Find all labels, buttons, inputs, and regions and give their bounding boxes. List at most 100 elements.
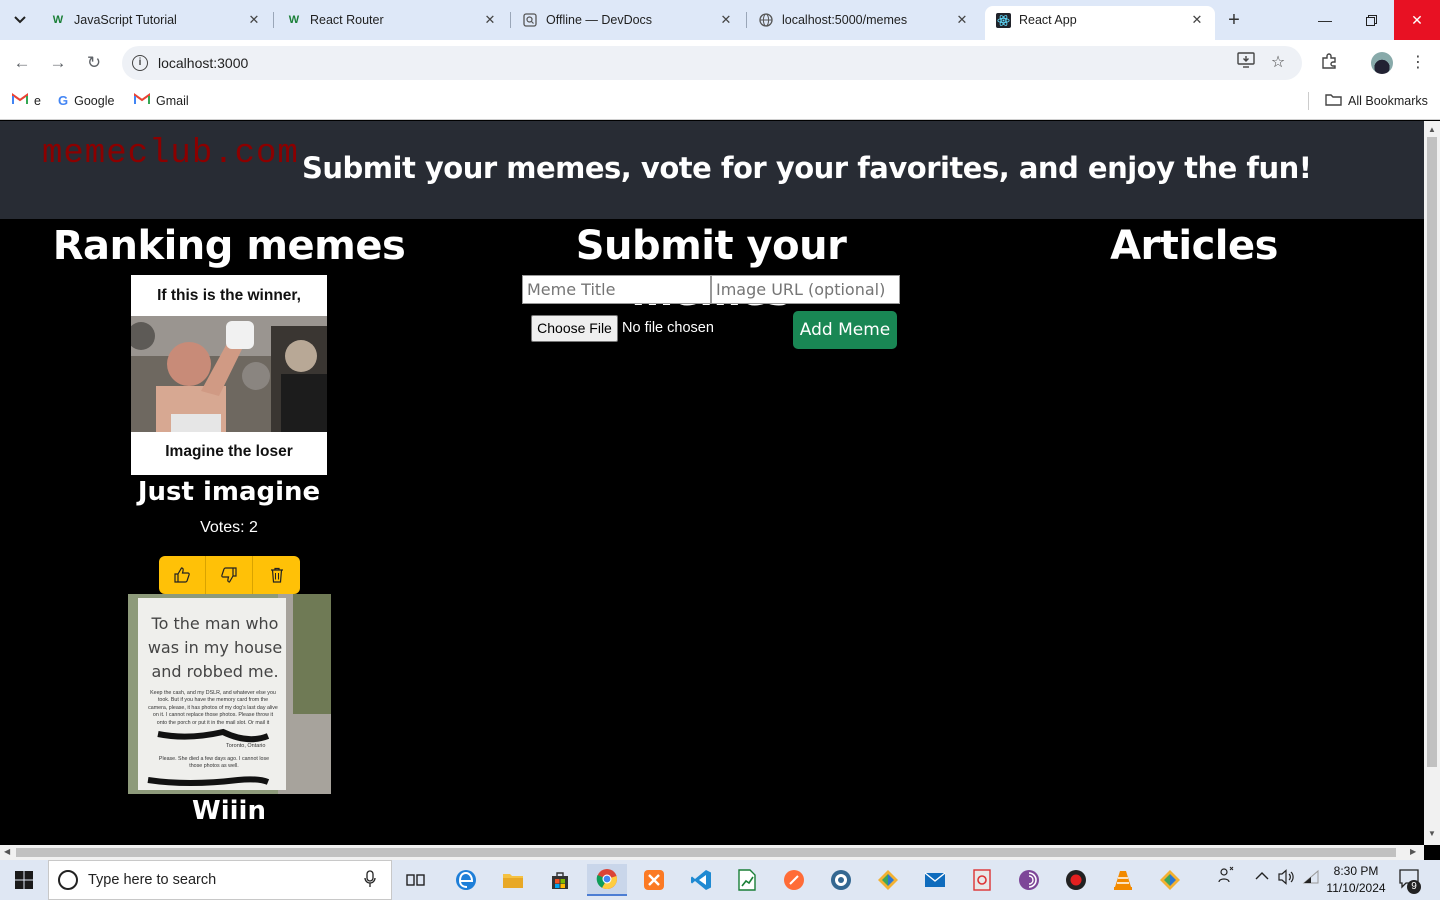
spreadsheet-icon[interactable] bbox=[727, 864, 767, 896]
meme-image-1[interactable]: If this is the winner, Imagine the loser bbox=[131, 275, 327, 475]
articles-title: Articles bbox=[1110, 223, 1278, 269]
forward-icon[interactable]: → bbox=[46, 51, 70, 75]
wifi-icon[interactable] bbox=[1302, 869, 1320, 888]
postman-icon[interactable] bbox=[774, 864, 814, 896]
vote-count: Votes: 2 bbox=[200, 519, 258, 536]
meme-top-text: If this is the winner, bbox=[157, 287, 301, 304]
ranking-title: Ranking memes bbox=[52, 223, 406, 269]
boxer-photo bbox=[131, 316, 327, 432]
scroll-down-icon[interactable]: ▼ bbox=[1428, 829, 1436, 838]
tab-react-app[interactable]: React App ✕ bbox=[985, 6, 1215, 40]
tab-react-router[interactable]: W React Router ✕ bbox=[276, 6, 508, 34]
file-explorer-icon[interactable] bbox=[493, 864, 533, 896]
note-body-text: Keep the cash, and my DSLR, and whatever… bbox=[148, 690, 278, 726]
note-location-text: Toronto, Ontario bbox=[226, 743, 266, 749]
gmail-icon bbox=[134, 93, 150, 108]
bookmark-e[interactable]: e bbox=[12, 93, 41, 108]
bookmark-google[interactable]: G Google bbox=[58, 93, 114, 108]
all-bookmarks[interactable]: All Bookmarks bbox=[1325, 93, 1428, 109]
tab-separator bbox=[746, 12, 747, 28]
extensions-icon[interactable] bbox=[1318, 52, 1340, 74]
volume-icon[interactable] bbox=[1278, 869, 1296, 888]
globe-icon bbox=[758, 12, 774, 28]
w3schools-icon: W bbox=[288, 14, 300, 26]
tool-icon[interactable] bbox=[962, 864, 1002, 896]
react-icon bbox=[995, 12, 1011, 28]
git-tool-2-icon[interactable] bbox=[1150, 864, 1190, 896]
bookmark-gmail[interactable]: Gmail bbox=[134, 93, 189, 108]
store-icon[interactable] bbox=[540, 864, 580, 896]
bookmark-star-icon[interactable]: ☆ bbox=[1267, 52, 1289, 74]
tab-javascript-tutorial[interactable]: W JavaScript Tutorial ✕ bbox=[40, 6, 272, 34]
note-closing-text: Please. She died a few days ago. I canno… bbox=[158, 756, 270, 770]
system-clock[interactable]: 8:30 PM 11/10/2024 bbox=[1320, 863, 1392, 897]
screen-recorder-icon[interactable] bbox=[1056, 864, 1096, 896]
site-logo[interactable]: memeclub.com bbox=[42, 135, 299, 173]
thumbs-down-icon bbox=[221, 567, 237, 583]
gmail-icon bbox=[12, 93, 28, 108]
close-tab-icon[interactable]: ✕ bbox=[246, 12, 262, 28]
choose-file-button[interactable]: Choose File bbox=[531, 315, 618, 342]
close-tab-icon[interactable]: ✕ bbox=[954, 12, 970, 28]
file-status: No file chosen bbox=[622, 320, 714, 336]
bookmarks-bar: e G Google Gmail All Bookmarks bbox=[0, 86, 1440, 120]
close-tab-icon[interactable]: ✕ bbox=[1189, 12, 1205, 28]
delete-button[interactable] bbox=[253, 556, 300, 594]
meme-image-2[interactable]: To the man who was in my house and robbe… bbox=[128, 594, 331, 794]
w3schools-icon: W bbox=[52, 14, 64, 26]
add-meme-button[interactable]: Add Meme bbox=[793, 311, 897, 349]
address-bar[interactable] bbox=[122, 46, 1302, 80]
site-tagline: Submit your memes, vote for your favorit… bbox=[302, 151, 1312, 185]
site-info-icon[interactable]: i bbox=[132, 55, 148, 71]
image-url-input[interactable] bbox=[711, 275, 900, 304]
people-icon[interactable] bbox=[1217, 866, 1235, 887]
taskbar-search-text[interactable]: Type here to search bbox=[88, 872, 216, 888]
address-url[interactable]: localhost:3000 bbox=[158, 55, 248, 71]
site-header: memeclub.com Submit your memes, vote for… bbox=[0, 121, 1424, 219]
back-icon[interactable]: ← bbox=[10, 51, 34, 75]
install-app-icon[interactable] bbox=[1235, 52, 1257, 74]
downvote-button[interactable] bbox=[206, 556, 253, 594]
xampp-icon[interactable] bbox=[634, 864, 674, 896]
trash-icon bbox=[270, 567, 283, 583]
edge-icon[interactable] bbox=[446, 864, 486, 896]
chevron-up-icon[interactable] bbox=[1255, 869, 1269, 884]
cortana-icon bbox=[58, 870, 78, 890]
notification-badge: 9 bbox=[1407, 880, 1421, 894]
mail-icon[interactable] bbox=[915, 864, 955, 896]
minimize-button[interactable]: — bbox=[1302, 0, 1348, 40]
bookmarks-separator bbox=[1308, 92, 1309, 110]
scroll-right-icon[interactable]: ▶ bbox=[1410, 847, 1416, 856]
git-tool-icon[interactable] bbox=[868, 864, 908, 896]
task-view-icon[interactable] bbox=[396, 864, 436, 896]
upvote-button[interactable] bbox=[159, 556, 206, 594]
page-content: memeclub.com Submit your memes, vote for… bbox=[0, 121, 1424, 845]
windows-start-icon[interactable] bbox=[0, 860, 48, 900]
menu-kebab-icon[interactable]: ⋮ bbox=[1407, 52, 1429, 74]
vlc-icon[interactable] bbox=[1103, 864, 1143, 896]
note-headline: To the man who was in my house and robbe… bbox=[147, 614, 283, 681]
horizontal-scroll-thumb[interactable] bbox=[16, 848, 1396, 857]
microphone-icon[interactable] bbox=[364, 870, 376, 893]
reload-icon[interactable]: ↻ bbox=[82, 51, 106, 75]
restore-button[interactable] bbox=[1348, 0, 1394, 40]
clock-date: 11/10/2024 bbox=[1326, 881, 1386, 895]
scroll-up-icon[interactable]: ▲ bbox=[1428, 125, 1436, 134]
close-tab-icon[interactable]: ✕ bbox=[482, 12, 498, 28]
pgadmin-icon[interactable] bbox=[821, 864, 861, 896]
profile-avatar[interactable] bbox=[1371, 52, 1393, 74]
meme-caption-1: Just imagine bbox=[137, 477, 321, 507]
close-window-button[interactable]: ✕ bbox=[1394, 0, 1440, 40]
tab-localhost-memes[interactable]: localhost:5000/memes ✕ bbox=[748, 6, 980, 34]
scroll-left-icon[interactable]: ◀ bbox=[4, 847, 10, 856]
vscode-icon[interactable] bbox=[681, 864, 721, 896]
vertical-scroll-thumb[interactable] bbox=[1427, 137, 1437, 767]
close-tab-icon[interactable]: ✕ bbox=[718, 12, 734, 28]
new-tab-button[interactable]: + bbox=[1222, 8, 1246, 32]
meme-title-input[interactable] bbox=[522, 275, 711, 304]
tor-browser-icon[interactable] bbox=[1009, 864, 1049, 896]
tab-separator bbox=[273, 12, 274, 28]
chrome-icon[interactable] bbox=[587, 864, 627, 896]
tab-devdocs[interactable]: Offline — DevDocs ✕ bbox=[512, 6, 744, 34]
tab-search-icon[interactable] bbox=[6, 6, 34, 34]
